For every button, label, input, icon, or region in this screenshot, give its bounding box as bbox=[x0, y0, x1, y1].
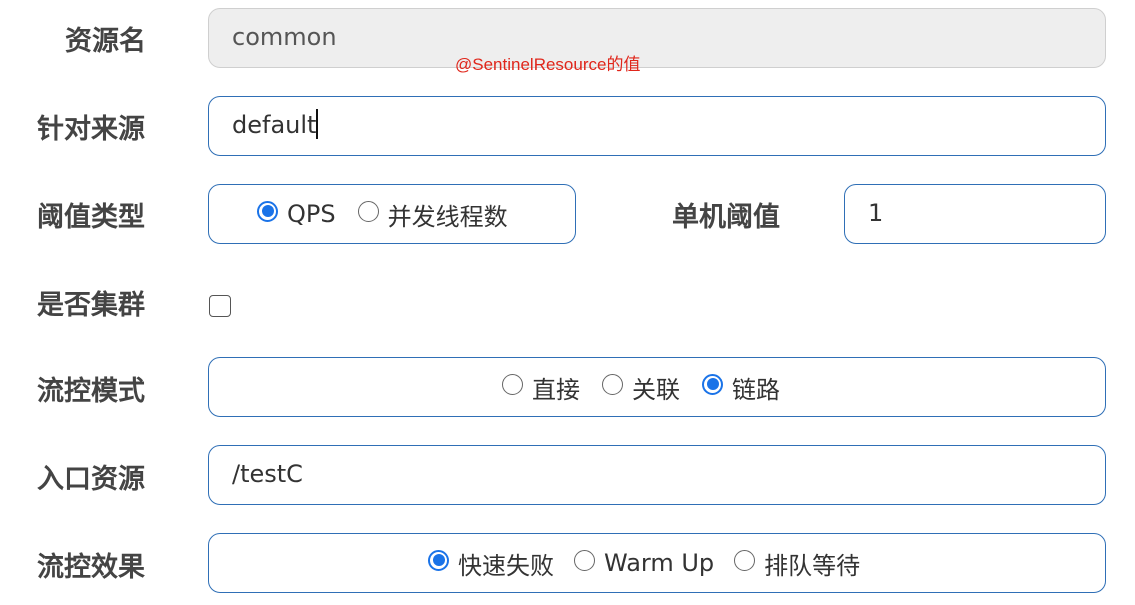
threshold-type-label: 阈值类型 bbox=[37, 202, 145, 233]
radio-unchecked-icon[interactable] bbox=[574, 549, 595, 571]
single-threshold-value: 1 bbox=[868, 199, 884, 227]
cluster-label: 是否集群 bbox=[37, 290, 145, 321]
flow-mode-label: 流控模式 bbox=[37, 376, 145, 407]
entry-resource-input[interactable]: /testC bbox=[208, 445, 1106, 505]
single-threshold-label: 单机阈值 bbox=[672, 202, 780, 233]
radio-unchecked-icon[interactable] bbox=[602, 373, 623, 395]
radio-unchecked-icon[interactable] bbox=[502, 373, 523, 395]
flow-rule-form: 资源名 common @SentinelResource的值 针对来源 defa… bbox=[0, 0, 1135, 605]
flow-effect-warm-up-label: Warm Up bbox=[604, 549, 715, 577]
annotation-note: @SentinelResource的值 bbox=[455, 55, 641, 74]
flow-effect-queue-option[interactable]: 排队等待 bbox=[734, 546, 860, 581]
flow-mode-chain-option[interactable]: 链路 bbox=[702, 370, 780, 405]
radio-checked-icon[interactable] bbox=[702, 373, 723, 395]
entry-resource-label: 入口资源 bbox=[37, 464, 145, 495]
limit-app-input[interactable]: default bbox=[208, 96, 1106, 156]
threshold-type-threads-label: 并发线程数 bbox=[387, 202, 508, 231]
flow-mode-relate-option[interactable]: 关联 bbox=[602, 370, 680, 405]
text-caret bbox=[316, 109, 318, 139]
limit-app-label: 针对来源 bbox=[37, 114, 145, 145]
flow-effect-radio-group: 快速失败 Warm Up 排队等待 bbox=[208, 533, 1106, 593]
radio-checked-icon[interactable] bbox=[428, 549, 449, 571]
radio-checked-icon[interactable] bbox=[257, 200, 278, 222]
limit-app-value: default bbox=[232, 111, 317, 139]
flow-effect-fast-fail-label: 快速失败 bbox=[458, 551, 554, 580]
flow-mode-chain-label: 链路 bbox=[732, 375, 780, 404]
flow-mode-relate-label: 关联 bbox=[632, 375, 680, 404]
resource-name-value: common bbox=[232, 23, 337, 51]
radio-unchecked-icon[interactable] bbox=[357, 200, 379, 222]
flow-effect-fast-fail-option[interactable]: 快速失败 bbox=[428, 546, 554, 581]
resource-name-input: common bbox=[208, 8, 1106, 68]
threshold-type-threads-option[interactable]: 并发线程数 bbox=[357, 197, 508, 232]
flow-effect-warm-up-option[interactable]: Warm Up bbox=[574, 549, 714, 577]
threshold-type-qps-option[interactable]: QPS bbox=[257, 200, 336, 228]
threshold-type-qps-label: QPS bbox=[287, 200, 336, 228]
flow-effect-label: 流控效果 bbox=[37, 552, 145, 583]
resource-name-label: 资源名 bbox=[65, 26, 146, 57]
flow-effect-queue-label: 排队等待 bbox=[764, 551, 861, 580]
flow-mode-direct-option[interactable]: 直接 bbox=[502, 370, 580, 405]
cluster-checkbox[interactable] bbox=[209, 295, 231, 317]
flow-mode-direct-label: 直接 bbox=[532, 375, 580, 404]
single-threshold-input[interactable]: 1 bbox=[844, 184, 1106, 244]
flow-mode-radio-group: 直接 关联 链路 bbox=[208, 357, 1106, 417]
entry-resource-value: /testC bbox=[232, 460, 303, 488]
threshold-type-radio-group: QPS 并发线程数 bbox=[208, 184, 576, 244]
radio-unchecked-icon[interactable] bbox=[734, 549, 756, 571]
